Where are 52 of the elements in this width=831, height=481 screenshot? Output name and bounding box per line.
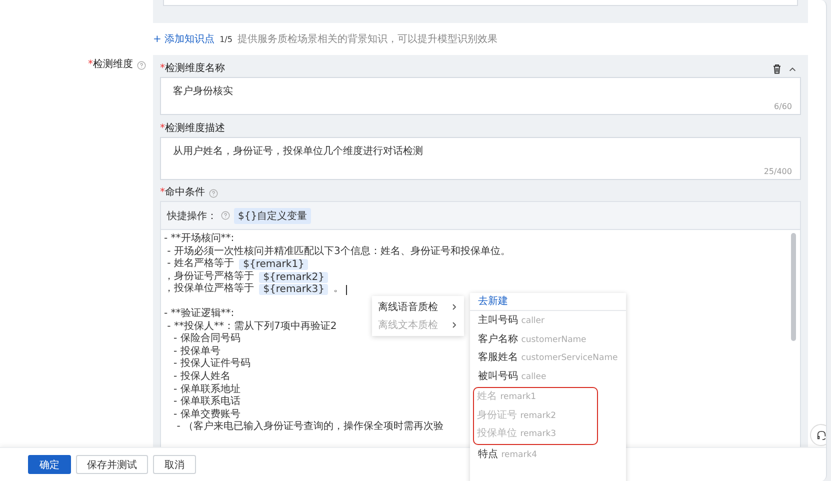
variable-item[interactable]: 特点 remark4 [470,446,626,464]
dimension-label: *检测维度 [88,59,133,71]
variable-item[interactable]: 客服姓名 customerServiceName [470,349,626,368]
field-label: *检测维度名称 [160,63,225,75]
description-input[interactable]: 从用户姓名，身份证号，投保单位几个维度进行对话检测 25/400 [160,137,801,180]
char-counter: 6/60 [774,102,792,111]
editor-text: - 投保人姓名 [172,370,230,384]
menu-item[interactable]: 离线语音质检 [372,298,464,316]
delete-icon[interactable] [772,64,782,74]
editor-text: - 保险合同号码 [172,333,240,346]
action-button[interactable]: 取消 [153,455,196,474]
editor-text: - （客户来电已输入身份证号查询的，操作保全项时需再次验 [176,421,444,434]
knowledge-count: 1/5 [220,34,232,44]
help-icon[interactable] [221,211,230,220]
editor-text: ，投保单位严格等于 [164,283,255,296]
editor-text: - 姓名严格等于 [166,258,235,270]
variable-item[interactable]: 主叫号码 caller [470,312,626,330]
knowledge-hint: 提供服务质检场景相关的背景知识，可以提升模型识别效果 [237,32,498,46]
name-input[interactable]: 客户身份核实 6/60 [160,77,801,115]
action-button[interactable]: 保存并测试 [76,455,148,474]
editor-text: - 开场必须一次性核问并精准匹配以下3个信息：姓名、身份证号和投保单位。 [166,246,510,258]
headset-icon [816,430,826,440]
variable-item[interactable]: 被叫号码 callee [470,368,626,386]
help-icon[interactable] [137,60,146,70]
chevron-right-icon [450,303,458,311]
editor-text: - **验证逻辑**: [164,308,234,320]
quick-actions-label: 快捷操作： [167,210,217,222]
field-label: *命中条件 [160,187,205,199]
scrollbar-thumb[interactable] [791,233,796,341]
add-knowledge-link[interactable]: + 添加知识点 [153,32,215,46]
text-cursor [346,284,347,295]
editor-text: - 保单联系地址 [172,384,240,396]
editor-text: ，身份证号严格等于 [164,270,255,282]
custom-variable-button[interactable]: ${}自定义变量 [234,208,312,224]
create-new-link[interactable]: 去新建 [470,293,626,311]
confirm-button[interactable]: 确定 [28,455,71,474]
editor-text: - 投保单号 [172,346,220,358]
variable-tag: ${remark3} [259,284,328,296]
variable-tag: ${remark2} [259,272,328,283]
char-counter: 25/400 [764,167,792,176]
editor-text: 。 [332,283,344,296]
editor-text: - 保单联系电话 [172,396,240,408]
variable-tag: ${remark1} [239,258,308,270]
variable-item[interactable]: 客户名称 customerName [470,330,626,349]
editor-text: - **开场核问**: [164,233,234,246]
editor-text: - 保单交费账号 [172,408,240,420]
help-icon[interactable] [209,188,218,198]
editor-text: - 投保人证件号码 [172,358,250,370]
editor-text: - **投保人**：需从下列7项中再验证2 [166,320,337,333]
support-button[interactable] [810,424,826,446]
chevron-right-icon [450,321,458,329]
field-label: *检测维度描述 [160,123,225,135]
